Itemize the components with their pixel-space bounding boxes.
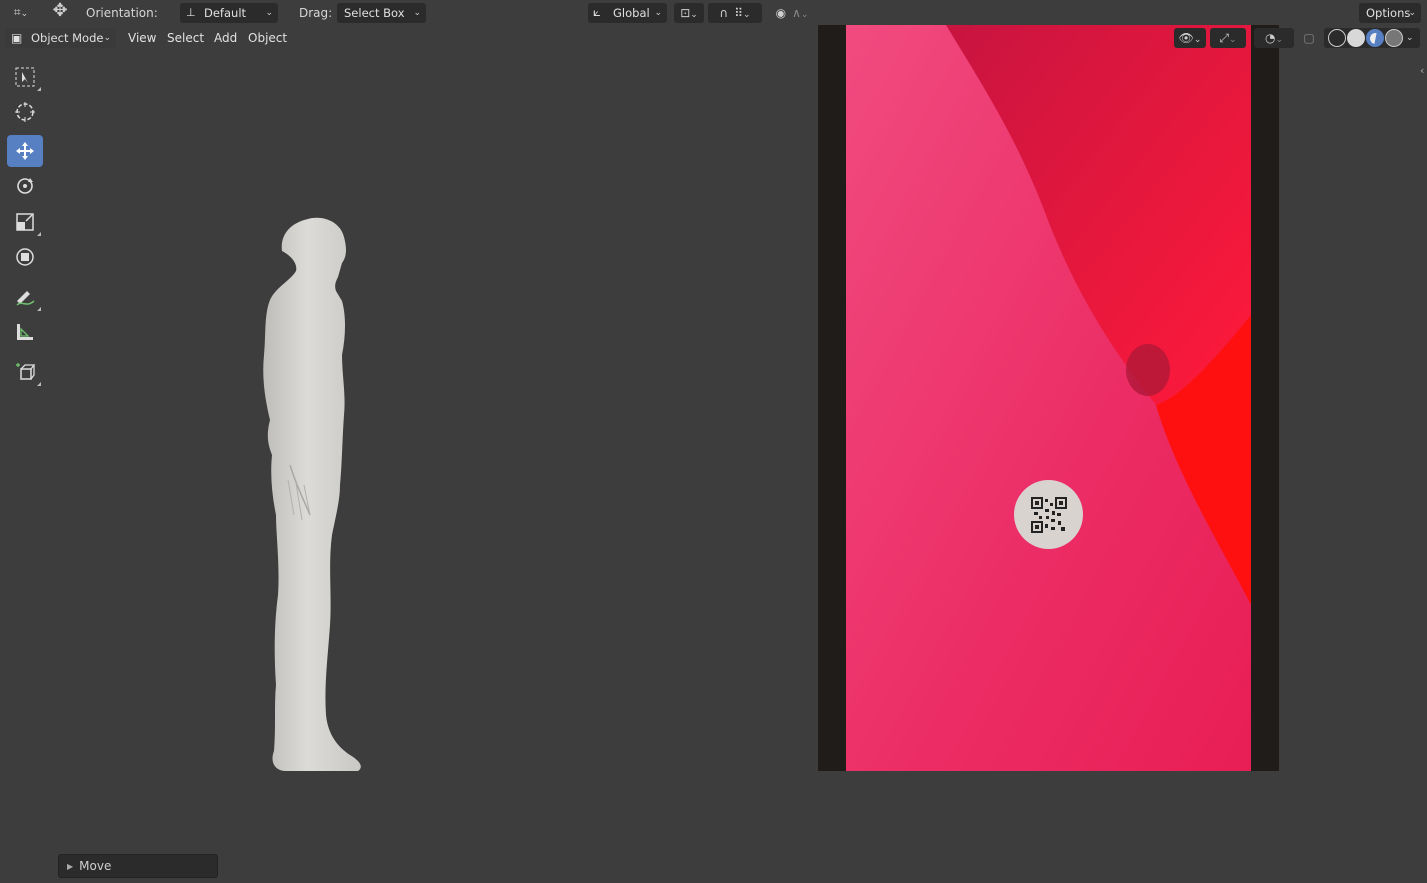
expand-triangle-icon: ▶ xyxy=(67,862,74,871)
orientation-label: Orientation: xyxy=(86,6,158,20)
menu-object[interactable]: Object xyxy=(242,28,293,48)
tool-cursor[interactable] xyxy=(7,96,43,128)
tool-settings-header: ⌗⌄ ✥ Orientation: ⊥ Default ⌄ Drag: Sele… xyxy=(0,0,1427,25)
options-dropdown[interactable]: Options ⌄ xyxy=(1359,3,1421,23)
tool-move[interactable] xyxy=(7,135,43,167)
tool-rotate[interactable] xyxy=(7,170,43,202)
overlays-icon: ◔ xyxy=(1264,31,1276,45)
scale-icon xyxy=(16,213,34,231)
gizmo-icon: ⤢ xyxy=(1219,31,1230,45)
background-image-content xyxy=(846,25,1251,771)
qr-code-icon xyxy=(1030,496,1067,533)
mode-dropdown[interactable]: ▣ Object Mode ⌄ xyxy=(5,28,116,48)
wireframe-shading-icon[interactable] xyxy=(1328,29,1346,47)
global-axes-icon: ⟀ xyxy=(593,5,601,20)
pivot-point-icon: ⊡ xyxy=(680,6,691,20)
tool-scale[interactable] xyxy=(7,206,43,238)
chevron-down-icon: ⌄ xyxy=(654,8,662,18)
last-operator-panel[interactable]: ▶ Move xyxy=(58,854,218,878)
orientation-axes-icon: ⊥ xyxy=(186,6,196,19)
snap-group[interactable]: ∩ ⠿⌄ xyxy=(708,3,762,23)
select-box-icon xyxy=(15,67,35,87)
qr-code-sticker xyxy=(1014,480,1083,549)
move-tool-icon: ✥ xyxy=(52,0,68,21)
solid-shading-icon[interactable] xyxy=(1347,29,1365,47)
material-preview-shading-icon[interactable] xyxy=(1366,29,1384,47)
rotate-icon xyxy=(17,178,33,194)
tool-annotate[interactable] xyxy=(7,281,43,313)
options-label: Options xyxy=(1366,6,1411,20)
falloff-curve-icon: ∧ xyxy=(792,6,801,20)
tool-select-box[interactable] xyxy=(7,61,43,93)
camera-background-image xyxy=(846,25,1251,771)
mode-value: Object Mode xyxy=(31,31,104,45)
rendered-shading-icon[interactable] xyxy=(1385,29,1403,47)
proportional-edit-group[interactable]: ◉ ∧⌄ xyxy=(766,3,818,23)
human-figure-mesh[interactable] xyxy=(250,215,380,775)
xray-icon: ▢ xyxy=(1303,31,1315,45)
tool-transform[interactable] xyxy=(7,241,43,273)
tool-measure[interactable] xyxy=(7,316,43,348)
chevron-down-icon: ⌄ xyxy=(413,8,421,18)
transform-space-value: Global xyxy=(613,6,650,20)
transform-orientation-dropdown[interactable]: ⟀ Global ⌄ xyxy=(588,3,667,23)
cursor-icon xyxy=(15,102,35,122)
orientation-value: Default xyxy=(204,6,247,20)
eye-icon: 👁 xyxy=(1178,31,1194,45)
measure-ruler-icon xyxy=(17,324,33,340)
drag-label: Drag: xyxy=(299,6,333,20)
menu-select[interactable]: Select xyxy=(161,28,210,48)
add-cube-icon xyxy=(16,363,36,380)
last-operator-label: Move xyxy=(79,859,112,873)
xray-toggle[interactable]: ▢ xyxy=(1300,28,1318,48)
tool-add-cube[interactable] xyxy=(7,356,43,388)
sidebar-toggle-icon[interactable]: ‹ xyxy=(1420,64,1424,77)
menu-view[interactable]: View xyxy=(122,28,162,48)
drag-value: Select Box xyxy=(344,6,405,20)
snap-grid-icon: ⠿ xyxy=(734,6,744,20)
chevron-down-icon: ⌄ xyxy=(1406,33,1414,43)
chevron-down-icon: ⌄ xyxy=(103,33,111,43)
pivot-point-dropdown[interactable]: ⊡⌄ xyxy=(674,3,704,23)
drag-dropdown[interactable]: Select Box ⌄ xyxy=(337,3,426,23)
editor-type-icon: ⌗ xyxy=(13,5,21,19)
menu-add[interactable]: Add xyxy=(208,28,243,48)
editor-type-button[interactable]: ⌗⌄ xyxy=(5,2,37,22)
move-icon xyxy=(16,142,34,160)
chevron-down-icon: ⌄ xyxy=(265,8,273,18)
annotate-pencil-icon xyxy=(16,291,35,306)
overlays-dropdown[interactable]: ◔⌄ xyxy=(1254,28,1294,48)
orientation-dropdown[interactable]: ⊥ Default ⌄ xyxy=(180,3,278,23)
blender-3d-viewport[interactable]: ⌗⌄ ✥ Orientation: ⊥ Default ⌄ Drag: Sele… xyxy=(0,0,1427,883)
snap-magnet-icon: ∩ xyxy=(719,6,729,20)
gizmo-dropdown[interactable]: ⤢⌄ xyxy=(1210,28,1246,48)
proportional-edit-icon: ◉ xyxy=(775,6,787,20)
object-mode-icon: ▣ xyxy=(11,31,23,45)
transform-icon xyxy=(16,248,34,266)
visibility-dropdown[interactable]: 👁⌄ xyxy=(1174,28,1206,48)
chevron-down-icon: ⌄ xyxy=(1408,8,1416,18)
shading-mode-group[interactable]: ⌄ xyxy=(1324,28,1420,48)
